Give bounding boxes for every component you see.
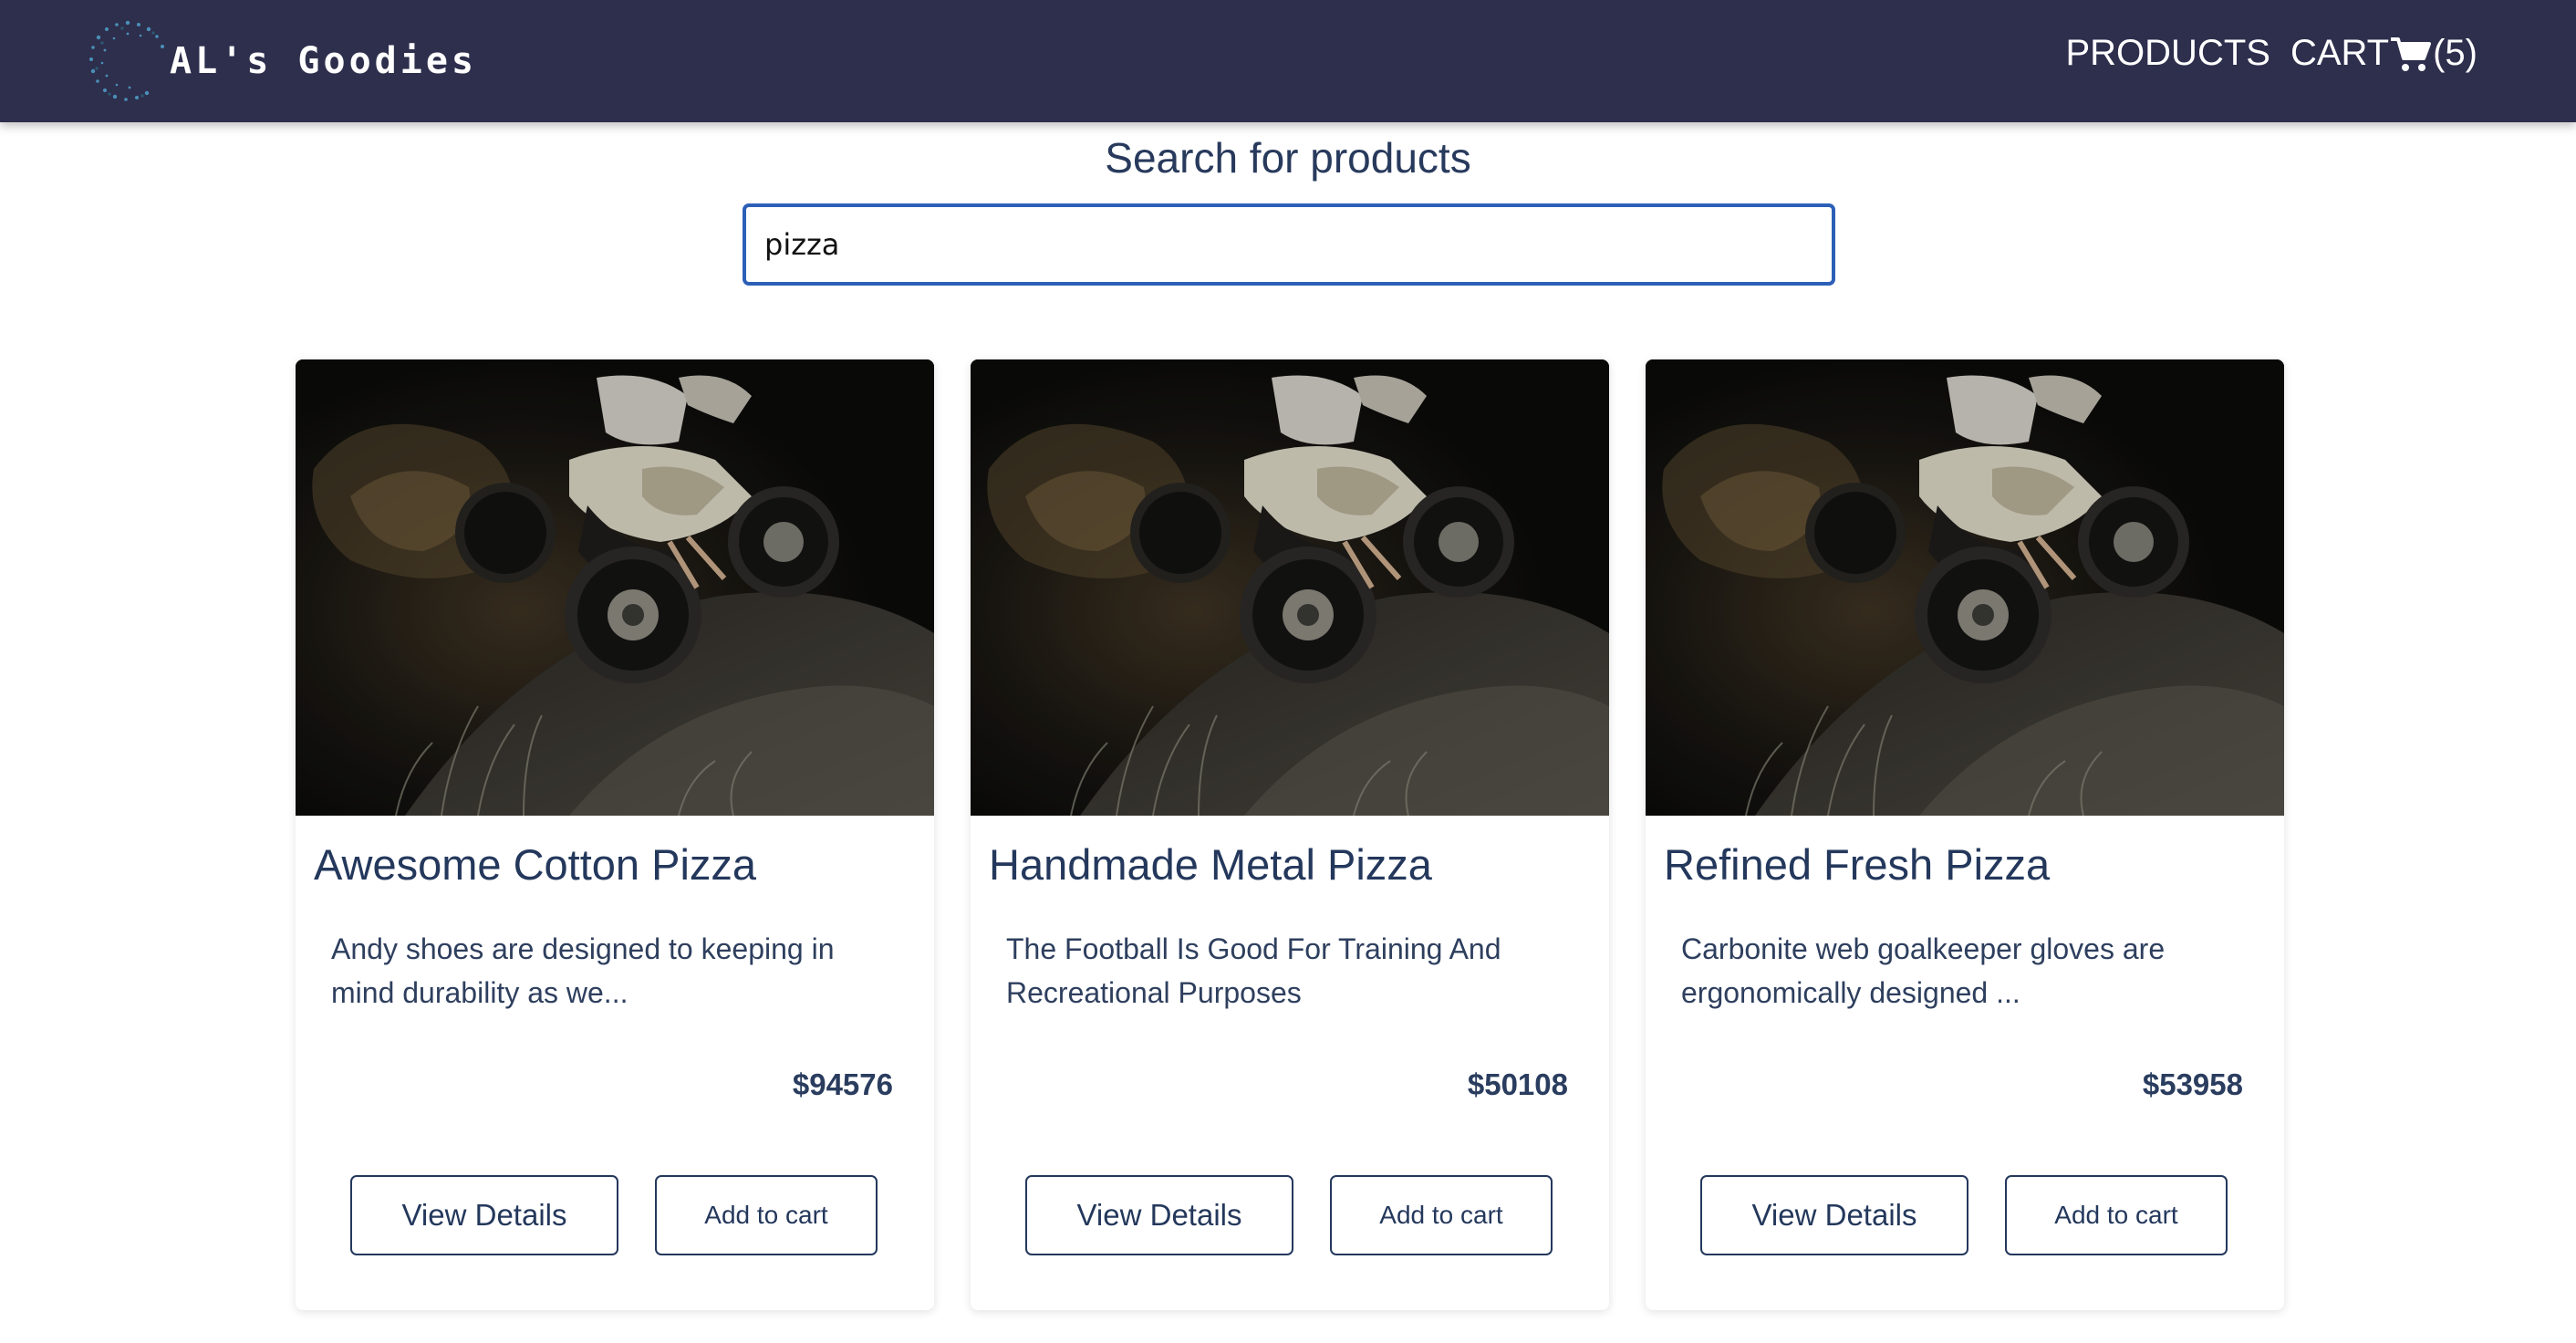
product-title[interactable]: Awesome Cotton Pizza: [314, 839, 756, 890]
nav-menu: PRODUCTS CART (5): [2065, 33, 2477, 74]
search-title: Search for products: [1105, 134, 1471, 182]
product-image: [971, 359, 1609, 816]
product-image: [1646, 359, 2284, 816]
product-description: Andy shoes are designed to keeping in mi…: [331, 932, 835, 1009]
brand-name: AL's Goodies: [170, 40, 477, 82]
dotted-circle-logo-icon: [89, 20, 164, 101]
nav-products-link[interactable]: PRODUCTS: [2065, 33, 2270, 74]
cart-count: (5): [2433, 33, 2477, 73]
add-to-cart-button[interactable]: Add to cart: [655, 1175, 878, 1255]
product-title[interactable]: Handmade Metal Pizza: [989, 839, 1432, 890]
nav-cart-label: CART: [2290, 33, 2390, 73]
product-description: Carbonite web goalkeeper gloves are ergo…: [1681, 932, 2166, 1009]
search-input[interactable]: [743, 203, 1835, 286]
product-price: $53958: [2142, 1067, 2243, 1101]
navbar: AL's Goodies PRODUCTS CART (5): [0, 0, 2576, 122]
product-price: $50108: [1467, 1067, 1568, 1101]
nav-cart-link[interactable]: CART (5): [2290, 33, 2477, 74]
product-card: Awesome Cotton Pizza Andy shoes are desi…: [296, 359, 934, 1310]
product-card: Refined Fresh Pizza Carbonite web goalke…: [1646, 359, 2284, 1310]
shopping-cart-icon: [2391, 36, 2432, 71]
view-details-button[interactable]: View Details: [350, 1175, 618, 1255]
product-price: $94576: [792, 1067, 893, 1101]
brand[interactable]: AL's Goodies: [82, 9, 473, 113]
product-title[interactable]: Refined Fresh Pizza: [1664, 839, 2050, 890]
add-to-cart-button[interactable]: Add to cart: [2005, 1175, 2228, 1255]
product-image: [296, 359, 934, 816]
product-card: Handmade Metal Pizza The Football Is Goo…: [971, 359, 1609, 1310]
add-to-cart-button[interactable]: Add to cart: [1330, 1175, 1553, 1255]
view-details-button[interactable]: View Details: [1700, 1175, 1968, 1255]
product-description: The Football Is Good For Training And Re…: [1006, 932, 1501, 1009]
view-details-button[interactable]: View Details: [1025, 1175, 1293, 1255]
